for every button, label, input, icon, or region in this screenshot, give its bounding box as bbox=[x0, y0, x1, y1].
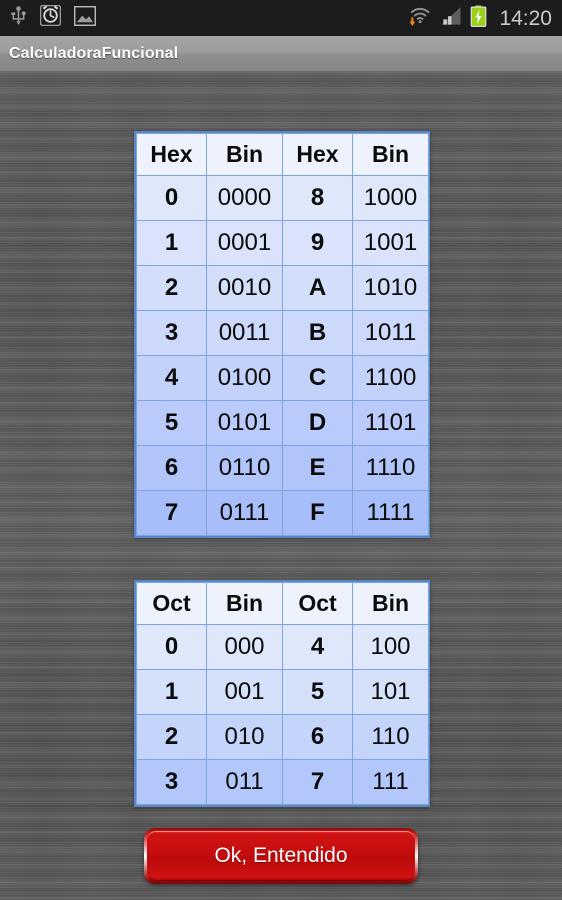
column-header: Oct bbox=[136, 582, 207, 625]
oct-value: 5 bbox=[282, 669, 353, 715]
table-row: 0 0000 8 1000 bbox=[136, 175, 429, 221]
column-header: Hex bbox=[282, 133, 353, 176]
bin-value: 101 bbox=[352, 669, 429, 715]
hex-value: 4 bbox=[136, 355, 207, 401]
column-header: Bin bbox=[206, 133, 283, 176]
app-title-bar: CalculadoraFuncional bbox=[0, 36, 562, 72]
hex-conversion-table: Hex Bin Hex Bin 0 0000 8 1000 1 0001 9 1 bbox=[136, 133, 429, 536]
table-row: 3 0011 B 1011 bbox=[136, 310, 429, 356]
gallery-image-icon bbox=[73, 5, 97, 31]
table-header-row: Hex Bin Hex Bin bbox=[136, 133, 429, 176]
hex-value: B bbox=[282, 310, 353, 356]
hex-value: E bbox=[282, 445, 353, 491]
column-header: Bin bbox=[352, 582, 429, 625]
octal-conversion-table: Oct Bin Oct Bin 0 000 4 100 1 001 5 101 bbox=[136, 582, 429, 805]
bin-value: 1100 bbox=[352, 355, 429, 401]
bin-value: 0111 bbox=[206, 490, 283, 536]
oct-value: 4 bbox=[282, 624, 353, 670]
bin-value: 1010 bbox=[352, 265, 429, 311]
table-row: 6 0110 E 1110 bbox=[136, 445, 429, 491]
hex-value: 6 bbox=[136, 445, 207, 491]
status-bar-right-icons: 14:20 bbox=[409, 4, 552, 32]
bin-value: 0100 bbox=[206, 355, 283, 401]
bin-value: 1000 bbox=[352, 175, 429, 221]
octal-binary-table: Oct Bin Oct Bin 0 000 4 100 1 001 5 101 bbox=[134, 580, 430, 807]
column-header: Hex bbox=[136, 133, 207, 176]
table-row: 0 000 4 100 bbox=[136, 624, 429, 670]
app-title: CalculadoraFuncional bbox=[9, 44, 179, 62]
hex-value: 7 bbox=[136, 490, 207, 536]
table-row: 1 001 5 101 bbox=[136, 669, 429, 715]
column-header: Oct bbox=[282, 582, 353, 625]
bin-value: 1001 bbox=[352, 220, 429, 266]
bin-value: 0011 bbox=[206, 310, 283, 356]
hex-value: 1 bbox=[136, 220, 207, 266]
hex-value: A bbox=[282, 265, 353, 311]
bin-value: 0000 bbox=[206, 175, 283, 221]
table-row: 5 0101 D 1101 bbox=[136, 400, 429, 446]
signal-bars-icon bbox=[440, 6, 462, 31]
hex-binary-table: Hex Bin Hex Bin 0 0000 8 1000 1 0001 9 1 bbox=[134, 131, 430, 538]
bin-value: 0010 bbox=[206, 265, 283, 311]
confirm-button-frame: Ok, Entendido bbox=[144, 828, 418, 884]
table-row: 3 011 7 111 bbox=[136, 759, 429, 805]
column-header: Bin bbox=[206, 582, 283, 625]
column-header: Bin bbox=[352, 133, 429, 176]
bin-value: 011 bbox=[206, 759, 283, 805]
ok-entendido-button[interactable]: Ok, Entendido bbox=[147, 831, 415, 881]
bin-value: 0110 bbox=[206, 445, 283, 491]
status-bar: 14:20 bbox=[0, 0, 562, 36]
oct-value: 3 bbox=[136, 759, 207, 805]
table-row: 4 0100 C 1100 bbox=[136, 355, 429, 401]
battery-charging-icon bbox=[470, 4, 487, 32]
oct-value: 2 bbox=[136, 714, 207, 760]
alarm-clock-icon bbox=[39, 4, 62, 31]
bin-value: 000 bbox=[206, 624, 283, 670]
bin-value: 1110 bbox=[352, 445, 429, 491]
oct-value: 7 bbox=[282, 759, 353, 805]
hex-value: 3 bbox=[136, 310, 207, 356]
hex-value: D bbox=[282, 400, 353, 446]
hex-value: C bbox=[282, 355, 353, 401]
bin-value: 010 bbox=[206, 714, 283, 760]
bin-value: 1101 bbox=[352, 400, 429, 446]
bin-value: 100 bbox=[352, 624, 429, 670]
wifi-download-icon bbox=[409, 5, 432, 32]
hex-value: 5 bbox=[136, 400, 207, 446]
hex-value: 2 bbox=[136, 265, 207, 311]
oct-value: 0 bbox=[136, 624, 207, 670]
bin-value: 001 bbox=[206, 669, 283, 715]
table-header-row: Oct Bin Oct Bin bbox=[136, 582, 429, 625]
oct-value: 6 bbox=[282, 714, 353, 760]
hex-value: F bbox=[282, 490, 353, 536]
table-row: 2 0010 A 1010 bbox=[136, 265, 429, 311]
status-bar-left-icons bbox=[10, 4, 97, 31]
oct-value: 1 bbox=[136, 669, 207, 715]
usb-icon bbox=[10, 5, 27, 31]
bin-value: 0001 bbox=[206, 220, 283, 266]
bin-value: 1011 bbox=[352, 310, 429, 356]
hex-value: 8 bbox=[282, 175, 353, 221]
bin-value: 1111 bbox=[352, 490, 429, 536]
table-row: 7 0111 F 1111 bbox=[136, 490, 429, 536]
hex-value: 9 bbox=[282, 220, 353, 266]
app-screen: 14:20 CalculadoraFuncional Hex Bin Hex B… bbox=[0, 0, 562, 900]
status-bar-clock: 14:20 bbox=[499, 6, 552, 30]
bin-value: 110 bbox=[352, 714, 429, 760]
hex-value: 0 bbox=[136, 175, 207, 221]
bin-value: 0101 bbox=[206, 400, 283, 446]
table-row: 2 010 6 110 bbox=[136, 714, 429, 760]
table-row: 1 0001 9 1001 bbox=[136, 220, 429, 266]
bin-value: 111 bbox=[352, 759, 429, 805]
